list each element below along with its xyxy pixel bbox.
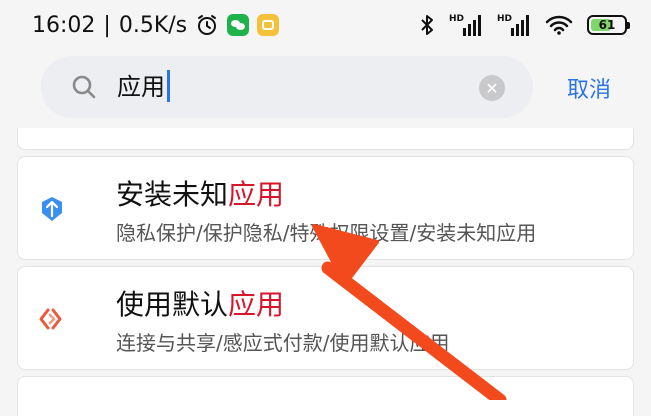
status-time: 16:02: [32, 12, 96, 38]
battery-icon: 61: [587, 15, 630, 35]
status-bar: 16:02 | 0.5K/s HD HD 61: [0, 0, 651, 50]
alarm-icon: [198, 15, 217, 35]
search-query-text: 应用: [117, 73, 165, 101]
shield-icon: [42, 197, 62, 221]
bluetooth-icon: [421, 15, 433, 35]
hd-signal-icon: HD: [449, 14, 481, 36]
status-left: 16:02 | 0.5K/s: [32, 10, 280, 40]
result-path: 隐私保护/保护隐私/特殊权限设置/安装未知应用: [116, 221, 537, 245]
result-title-prefix: 安装未知: [116, 178, 229, 211]
result-card-partial-top[interactable]: [17, 128, 634, 150]
result-item-install-unknown-apps[interactable]: 安装未知应用 隐私保护/保护隐私/特殊权限设置/安装未知应用: [17, 156, 634, 260]
clear-search-icon[interactable]: ✕: [479, 75, 505, 101]
wechat-icon: [227, 14, 250, 36]
result-item-default-apps[interactable]: 使用默认应用 连接与共享/感应式付款/使用默认应用: [17, 266, 634, 370]
hd-signal-icon: HD: [497, 14, 529, 36]
result-card-partial-bottom[interactable]: [17, 376, 634, 416]
result-path: 连接与共享/感应式付款/使用默认应用: [116, 331, 450, 355]
status-separator: |: [103, 12, 111, 38]
result-title: 安装未知应用: [116, 173, 284, 213]
wifi-icon: [545, 15, 573, 35]
result-title-highlight: 应用: [228, 178, 285, 211]
hd-label: HD: [497, 14, 512, 24]
battery-level: 61: [598, 18, 616, 32]
nfc-icon: [39, 308, 62, 330]
cancel-button[interactable]: 取消: [567, 72, 611, 104]
hd-label: HD: [449, 14, 464, 24]
network-speed: 0.5K/s: [118, 12, 188, 38]
result-title-highlight: 应用: [228, 288, 285, 321]
result-title-prefix: 使用默认: [116, 288, 229, 321]
search-row: 应用 ✕ 取消: [0, 50, 651, 122]
result-title: 使用默认应用: [116, 283, 284, 323]
search-input[interactable]: 应用 ✕: [41, 56, 533, 118]
search-query: 应用: [117, 70, 170, 104]
note-app-icon: [257, 14, 280, 36]
text-caret: [167, 70, 170, 102]
status-right: HD HD 61: [419, 10, 630, 40]
search-icon: [72, 75, 96, 99]
